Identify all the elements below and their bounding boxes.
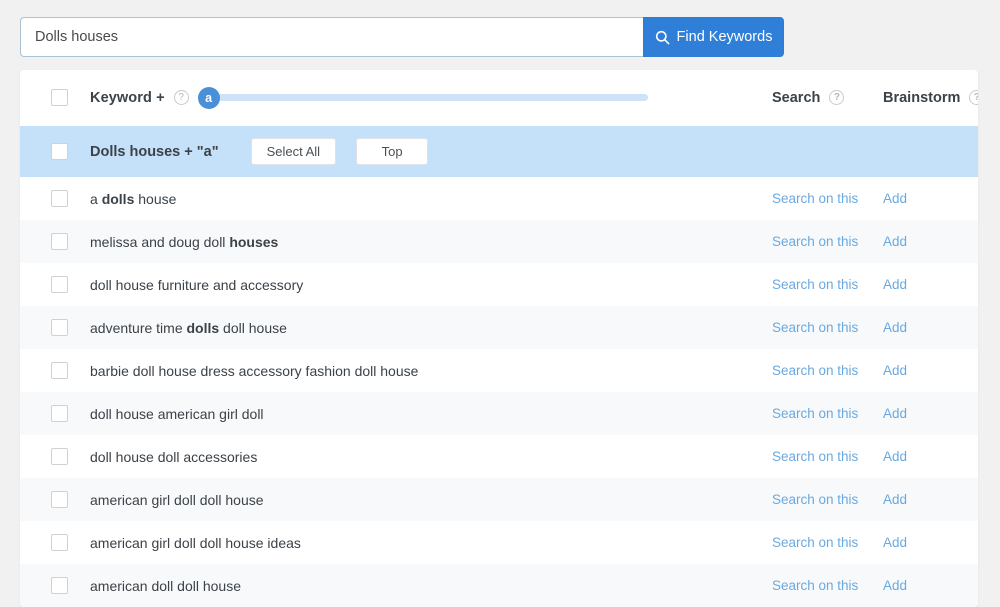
- add-link[interactable]: Add: [883, 578, 907, 593]
- search-on-this-link[interactable]: Search on this: [772, 191, 858, 206]
- top-button[interactable]: Top: [356, 138, 429, 165]
- keyword-row[interactable]: american doll doll house Search on this Ad…: [20, 564, 978, 607]
- add-link[interactable]: Add: [883, 277, 907, 292]
- add-link[interactable]: Add: [883, 191, 907, 206]
- find-keywords-label: Find Keywords: [676, 29, 773, 45]
- search-on-this-link[interactable]: Search on this: [772, 277, 858, 292]
- keyword-results-card: Keyword + ? a Search ? Brainstorm ? Doll…: [20, 70, 978, 607]
- row-checkbox-cell: [20, 276, 68, 293]
- keyword-row[interactable]: melissa and doug doll houses Search on th…: [20, 220, 978, 263]
- keyword-text: doll house doll accessories: [90, 448, 258, 465]
- column-header-search-group: Search ?: [772, 89, 845, 106]
- add-link[interactable]: Add: [883, 320, 907, 335]
- search-icon: [655, 30, 670, 45]
- group-title: Dolls houses + "a": [90, 143, 219, 160]
- row-checkbox-cell: [20, 448, 68, 465]
- keyword-highlight: dolls: [186, 319, 220, 336]
- keyword-row[interactable]: a dolls house Search on this Add: [20, 177, 978, 220]
- row-checkbox[interactable]: [51, 190, 68, 207]
- keyword-text: a dolls house: [90, 190, 177, 207]
- keyword-row[interactable]: doll house doll accessories Search on thi…: [20, 435, 978, 478]
- keyword-text: melissa and doug doll houses: [90, 233, 279, 250]
- select-all-button[interactable]: Select All: [250, 138, 337, 165]
- keyword-highlight: houses: [229, 233, 279, 250]
- row-checkbox-cell: [20, 577, 68, 594]
- add-link[interactable]: Add: [883, 535, 907, 550]
- keyword-group-row: Dolls houses + "a" Select All Top: [20, 126, 978, 177]
- column-header-search: Search: [772, 89, 821, 106]
- row-checkbox-cell: [20, 491, 68, 508]
- row-checkbox[interactable]: [51, 319, 68, 336]
- add-link[interactable]: Add: [883, 492, 907, 507]
- row-checkbox[interactable]: [51, 362, 68, 379]
- search-on-this-link[interactable]: Search on this: [772, 492, 858, 507]
- keyword-row[interactable]: doll house american girl doll Search on t…: [20, 392, 978, 435]
- table-header-row: Keyword + ? a Search ? Brainstorm ?: [20, 70, 978, 126]
- search-on-this-link[interactable]: Search on this: [772, 363, 858, 378]
- column-header-brainstorm: Brainstorm: [883, 89, 961, 106]
- keyword-text: doll house american girl doll: [90, 405, 264, 422]
- group-checkbox-cell: [20, 143, 68, 160]
- column-header-keyword: Keyword +: [90, 89, 165, 106]
- search-help-icon[interactable]: ?: [829, 90, 845, 105]
- add-link[interactable]: Add: [883, 406, 907, 421]
- add-link[interactable]: Add: [883, 234, 907, 249]
- row-checkbox[interactable]: [51, 405, 68, 422]
- brainstorm-help-icon[interactable]: ?: [969, 90, 978, 105]
- search-on-this-link[interactable]: Search on this: [772, 406, 858, 421]
- row-checkbox-cell: [20, 534, 68, 551]
- keyword-text: american girl doll doll house ideas: [90, 534, 301, 551]
- keyword-row-list: a dolls house Search on this Add melissa an…: [20, 177, 978, 607]
- keyword-text: american doll doll house: [90, 577, 241, 594]
- search-on-this-link[interactable]: Search on this: [772, 449, 858, 464]
- keyword-help-icon[interactable]: ?: [173, 90, 189, 105]
- keyword-row[interactable]: american girl doll doll house Search on t…: [20, 478, 978, 521]
- row-checkbox[interactable]: [51, 534, 68, 551]
- row-checkbox-cell: [20, 190, 68, 207]
- header-select-all-checkbox[interactable]: [51, 89, 68, 106]
- column-header-brainstorm-group: Brainstorm ?: [883, 90, 978, 106]
- keyword-text: barbie doll house dress accessory fashio…: [90, 362, 419, 379]
- keyword-search-bar: Find Keywords: [20, 17, 784, 57]
- search-on-this-link[interactable]: Search on this: [772, 535, 858, 550]
- find-keywords-button[interactable]: Find Keywords: [643, 17, 784, 57]
- select-all-checkbox-cell: [20, 89, 68, 106]
- search-input[interactable]: [20, 17, 643, 57]
- keyword-text: adventure time dolls doll house: [90, 319, 287, 336]
- keyword-row[interactable]: adventure time dolls doll house Search on…: [20, 306, 978, 349]
- row-checkbox-cell: [20, 405, 68, 422]
- row-checkbox[interactable]: [51, 448, 68, 465]
- row-checkbox[interactable]: [51, 491, 68, 508]
- keyword-row[interactable]: barbie doll house dress accessory fashio…: [20, 349, 978, 392]
- row-checkbox[interactable]: [51, 276, 68, 293]
- keyword-text: american girl doll doll house: [90, 491, 264, 508]
- keyword-highlight: dolls: [101, 190, 135, 207]
- row-checkbox-cell: [20, 233, 68, 250]
- row-checkbox[interactable]: [51, 577, 68, 594]
- row-checkbox[interactable]: [51, 233, 68, 250]
- keyword-row[interactable]: american girl doll doll house ideas Searc…: [20, 521, 978, 564]
- search-on-this-link[interactable]: Search on this: [772, 320, 858, 335]
- add-link[interactable]: Add: [883, 449, 907, 464]
- keyword-text: doll house furniture and accessory: [90, 276, 304, 293]
- alphabet-progress-track[interactable]: [215, 94, 648, 101]
- letter-badge-a[interactable]: a: [197, 86, 220, 109]
- add-link[interactable]: Add: [883, 363, 907, 378]
- search-on-this-link[interactable]: Search on this: [772, 578, 858, 593]
- row-checkbox-cell: [20, 362, 68, 379]
- group-select-checkbox[interactable]: [51, 143, 68, 160]
- search-on-this-link[interactable]: Search on this: [772, 234, 858, 249]
- row-checkbox-cell: [20, 319, 68, 336]
- keyword-row[interactable]: doll house furniture and accessory Search…: [20, 263, 978, 306]
